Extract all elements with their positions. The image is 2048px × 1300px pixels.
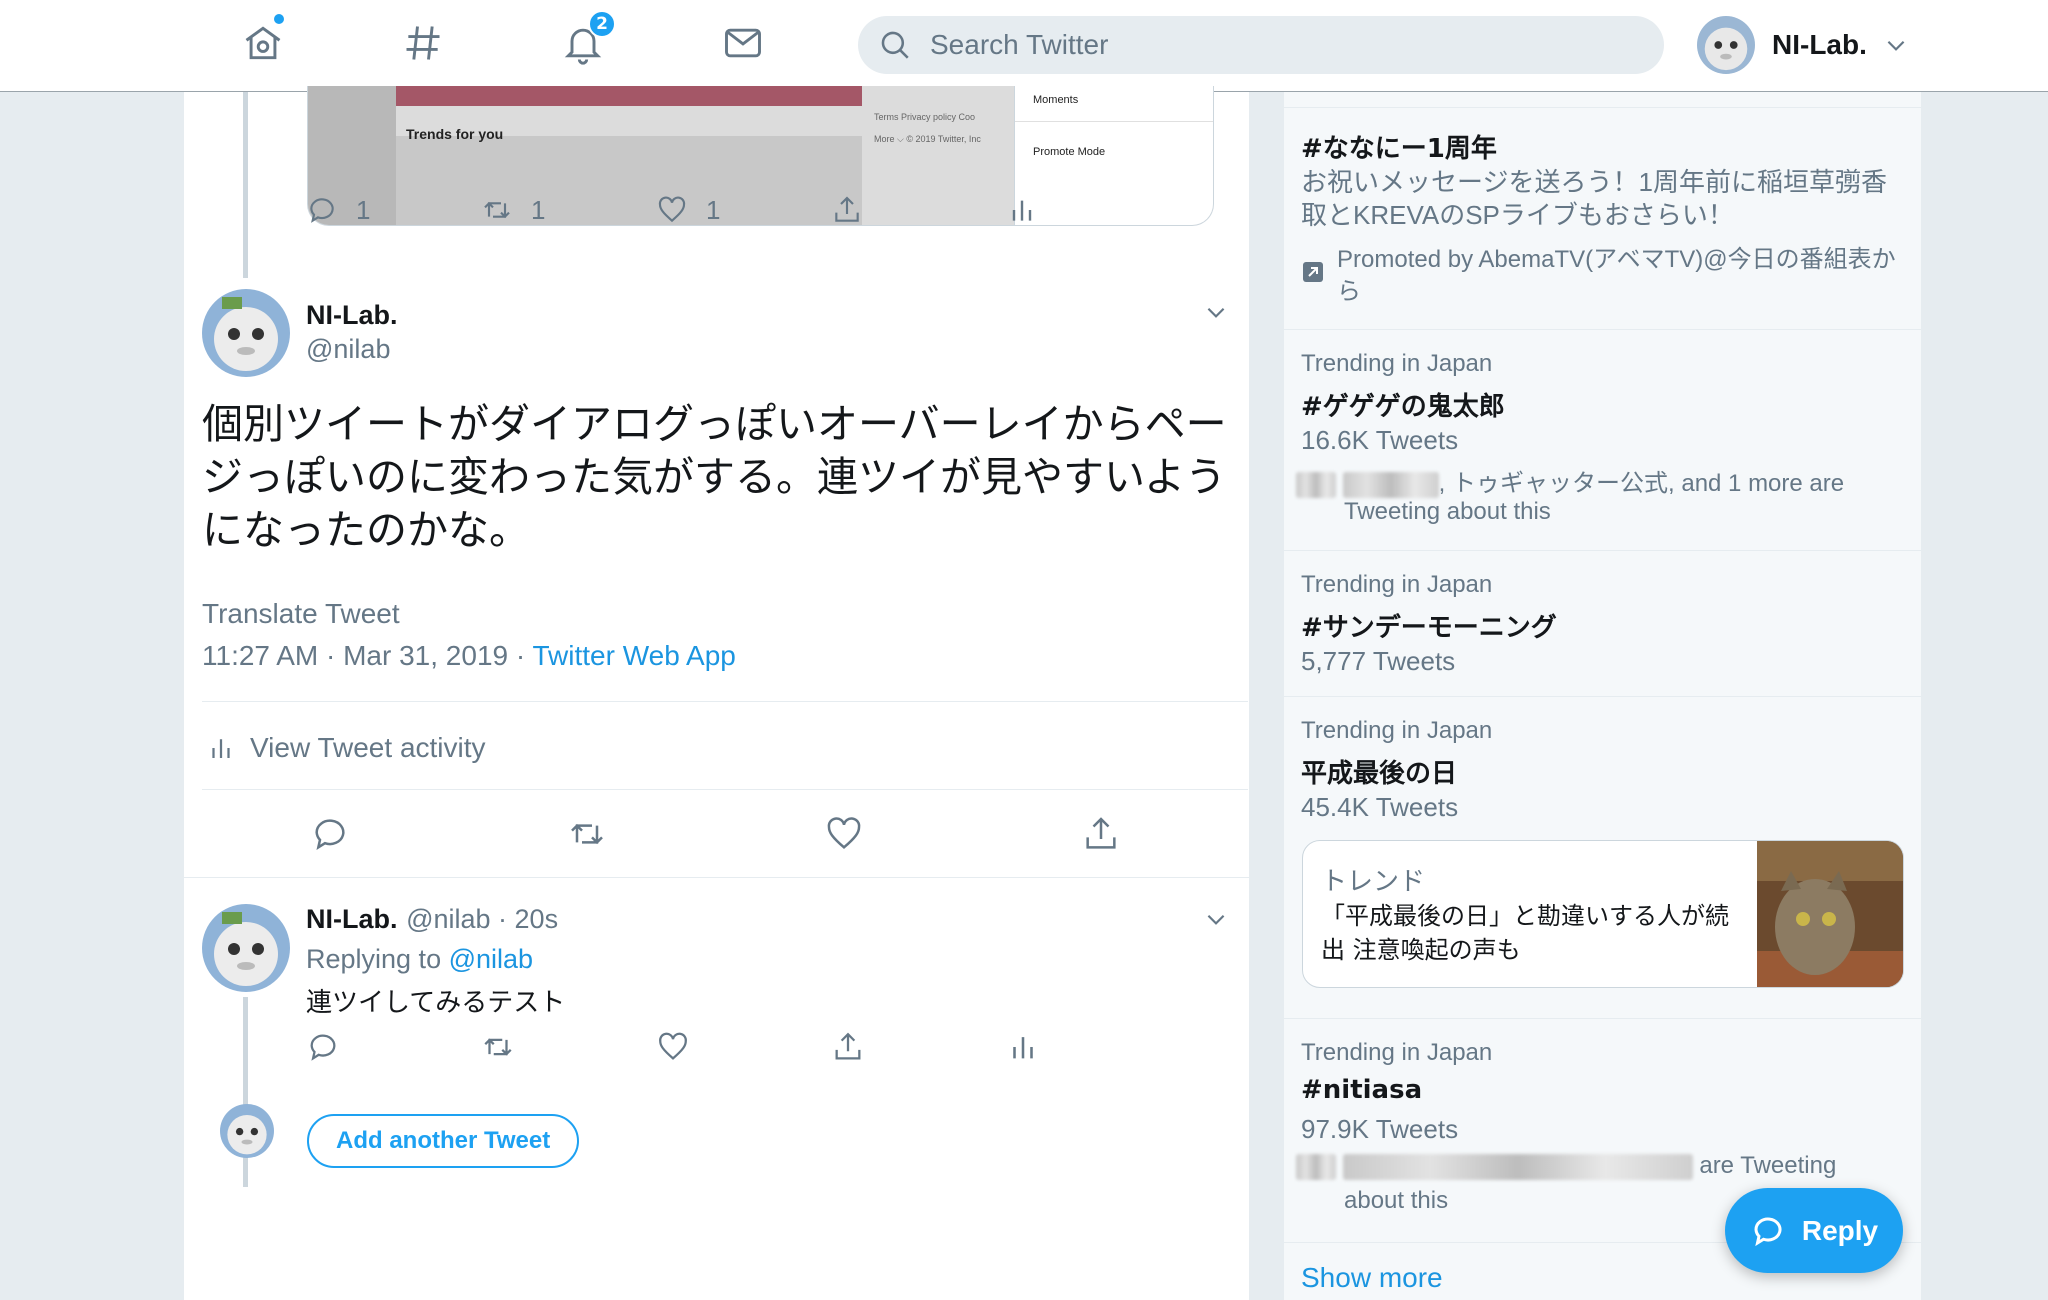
tweet-menu-chevron-icon[interactable] [1203, 906, 1229, 932]
search-input[interactable] [930, 29, 1610, 61]
trend-tag: #nitiasa [1301, 1075, 1423, 1105]
media-menu: Moments Promote Mode [1014, 86, 1213, 225]
reply-author-name[interactable]: NI-Lab. [306, 904, 398, 934]
promoted-by-line: Promoted by AbemaTV(アベマTV)@今日の番組表から [1301, 244, 1897, 308]
retweet-count: 1 [531, 194, 546, 225]
account-avatar[interactable] [1697, 16, 1755, 74]
trend-news-card[interactable]: トレンド 「平成最後の日」と勘違いする人が続出 注意喚起の声も [1302, 840, 1904, 988]
tweet-source-link[interactable]: Twitter Web App [532, 640, 735, 671]
retweet-icon [484, 201, 510, 219]
divider [202, 701, 1248, 702]
trend-tweeting-about: are Tweeting [1296, 1152, 1836, 1180]
compose-avatar [220, 1104, 274, 1158]
trend-tag: 平成最後の日 [1301, 759, 1458, 789]
like-button[interactable]: 1 [656, 194, 720, 226]
author-handle[interactable]: @nilab [306, 334, 390, 365]
reply-button[interactable]: 1 [306, 194, 370, 226]
tweet-timestamp: 11:27 AM · Mar 31, 2019 · Twitter Web Ap… [202, 640, 736, 671]
divider [184, 877, 1249, 878]
messages-envelope-icon[interactable] [718, 18, 768, 68]
divider [202, 789, 1248, 790]
tweet-analytics-button[interactable] [1006, 194, 1038, 226]
trend-tweeting-about: , トゥギャッター公式, and 1 more are [1296, 463, 1844, 498]
replying-to-line: Replying to @nilab [306, 944, 534, 974]
promoted-trend[interactable]: #ななにー1周年 お祝いメッセージを送ろう！1周年前に稲垣草彅香取とKREVAの… [1284, 108, 1921, 330]
share-button[interactable] [831, 194, 863, 226]
reply-author-handle-time[interactable]: @nilab · 20s [406, 904, 558, 934]
reply-button-label: Reply [1801, 1214, 1879, 1246]
reply-tweet-text: 連ツイしてみるテスト [306, 988, 566, 1018]
reply-author-avatar[interactable] [202, 904, 290, 992]
news-card-label: トレンド [1321, 866, 1426, 896]
retweet-button[interactable]: 1 [481, 194, 545, 226]
trend-tag: #ゲゲゲの鬼太郎 [1301, 392, 1505, 422]
tweet-media-image[interactable]: Trends for you Terms Privacy policy Coo … [307, 86, 1214, 226]
view-tweet-activity-link[interactable]: View Tweet activity [206, 732, 486, 764]
search-icon [881, 31, 909, 59]
like-count: 1 [706, 194, 721, 225]
promoted-arrow-icon [1303, 262, 1323, 282]
explore-hashtag-icon[interactable] [398, 18, 448, 68]
news-card-image [1757, 841, 1903, 987]
reply-bubble-icon [1754, 1217, 1782, 1246]
tweet-text: 個別ツイートがダイアログっぽいオーバーレイからページっぽいのに変わった気がする。… [202, 400, 1227, 554]
show-more-trends-link[interactable]: Show more [1301, 1262, 1443, 1294]
translate-tweet-link[interactable]: Translate Tweet [202, 598, 400, 630]
analytics-bars-icon [212, 739, 230, 758]
top-navigation-bar: 2 NI-Lab. [0, 0, 2048, 92]
tweet-thread-column: Trends for you Terms Privacy policy Coo … [184, 86, 1249, 1300]
account-name: NI-Lab. [1772, 29, 1867, 60]
analytics-bars-icon [1012, 200, 1032, 221]
author-name[interactable]: NI-Lab. [306, 300, 398, 331]
media-trends-label: Trends for you [406, 126, 504, 142]
chevron-down-icon[interactable] [1883, 32, 1909, 58]
tweet-menu-chevron-icon[interactable] [1203, 299, 1229, 325]
reply-count: 1 [356, 194, 371, 225]
retweet-icon[interactable] [481, 1030, 515, 1064]
trend-item[interactable]: Trending in Japan #サンデーモーニング 5,777 Tweet… [1284, 551, 1921, 697]
reply-icon [310, 198, 334, 223]
share-icon[interactable] [831, 1030, 865, 1064]
share-icon [835, 196, 859, 222]
reply-icon[interactable] [310, 814, 350, 854]
home-icon[interactable] [238, 18, 288, 68]
heart-icon[interactable] [656, 1030, 690, 1064]
promoted-trend-description: お祝いメッセージを送ろう！1周年前に稲垣草彅香取とKREVAのSPライブもおさら… [1301, 167, 1887, 230]
news-card-headline: 「平成最後の日」と勘違いする人が続出 注意喚起の声も [1321, 902, 1729, 964]
notification-count-badge: 2 [588, 10, 616, 38]
replying-to-handle-link[interactable]: @nilab [449, 944, 533, 974]
trend-separator [1284, 92, 1921, 108]
search-bar[interactable] [858, 16, 1664, 74]
heart-icon[interactable] [824, 814, 864, 854]
thread-connector-line [243, 997, 248, 1187]
home-new-indicator [274, 14, 284, 24]
thread-connector-line [243, 92, 248, 278]
add-another-tweet-button[interactable]: Add another Tweet [307, 1114, 580, 1168]
reply-floating-button[interactable]: Reply [1725, 1188, 1903, 1273]
trend-tag: #サンデーモーニング [1301, 613, 1557, 643]
author-avatar[interactable] [202, 289, 290, 377]
media-footer: Terms Privacy policy Coo More ⌵ © 2019 T… [874, 112, 981, 144]
retweet-icon[interactable] [567, 814, 607, 854]
reply-tweet-header: NI-Lab. @nilab · 20s [306, 904, 558, 935]
account-switcher[interactable]: NI-Lab. [1697, 14, 1909, 76]
trends-sidebar: #ななにー1周年 お祝いメッセージを送ろう！1周年前に稲垣草彅香取とKREVAの… [1284, 92, 1921, 1300]
share-icon[interactable] [1081, 814, 1121, 854]
trend-item[interactable]: Trending in Japan #ゲゲゲの鬼太郎 16.6K Tweets … [1284, 330, 1921, 551]
reply-icon[interactable] [306, 1030, 340, 1064]
heart-icon [658, 196, 686, 223]
analytics-bars-icon[interactable] [1006, 1030, 1040, 1064]
promoted-trend-tag: #ななにー1周年 [1301, 134, 1497, 164]
